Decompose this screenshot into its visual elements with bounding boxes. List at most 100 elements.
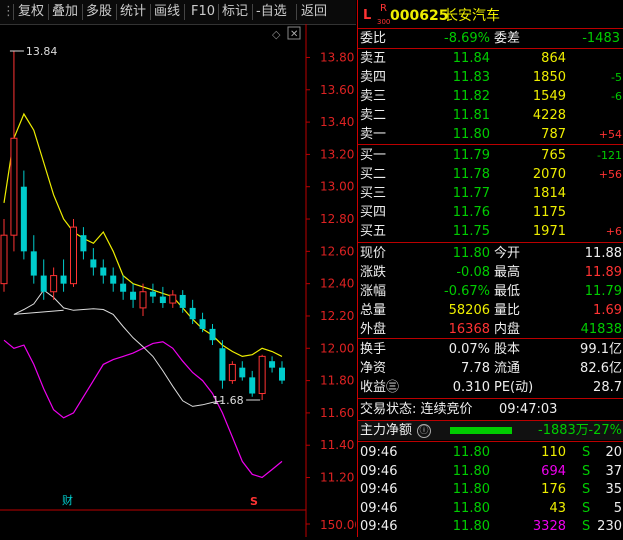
candle-body bbox=[10, 137, 18, 236]
net-flow-value: -1883万 bbox=[538, 423, 589, 438]
tick-count: 35 bbox=[605, 482, 622, 497]
divider bbox=[82, 4, 83, 20]
sell-row[interactable]: 卖五 11.84 864 bbox=[358, 49, 623, 68]
tick-count: 230 bbox=[597, 519, 622, 534]
stat-value: 11.79 bbox=[584, 284, 622, 299]
sell-label: 卖一 bbox=[360, 127, 387, 142]
stat-label: 流通 bbox=[494, 361, 521, 376]
y-tick-label: 12.40 bbox=[320, 277, 354, 291]
stat-value: 11.88 bbox=[584, 246, 622, 261]
y-tick-label: 12.20 bbox=[320, 309, 354, 323]
sell-marker-icon: S bbox=[250, 495, 258, 508]
net-flow-pct: -27% bbox=[588, 423, 622, 438]
info-icon[interactable]: ⓘ bbox=[417, 424, 431, 438]
close-icon[interactable]: ✕ bbox=[290, 29, 298, 40]
tick-count: 20 bbox=[605, 445, 622, 460]
stat-label: 涨幅 bbox=[360, 284, 387, 299]
sell-row[interactable]: 卖一 11.80 787 +54 bbox=[358, 125, 623, 144]
stat-label: 换手 bbox=[360, 342, 387, 357]
buy-change: -121 bbox=[597, 149, 622, 162]
candle-body bbox=[100, 267, 107, 276]
toolbar-f10[interactable]: F10 bbox=[191, 3, 215, 21]
weibi-value: -8.69% bbox=[444, 31, 490, 46]
trade-state-row: 交易状态: 连续竞价 09:47:03 bbox=[358, 400, 623, 419]
y-tick-label: 13.00 bbox=[320, 180, 354, 194]
buy-price: 11.76 bbox=[452, 205, 490, 220]
stat-value: 41838 bbox=[580, 322, 622, 337]
net-flow-bar bbox=[450, 427, 512, 434]
low-label: 11.68 bbox=[212, 394, 244, 407]
candle-body bbox=[239, 367, 246, 378]
sell-price: 11.82 bbox=[452, 89, 490, 104]
divider bbox=[358, 242, 623, 243]
toolbar-tongji[interactable]: 统计 bbox=[120, 3, 146, 21]
kline-svg[interactable]: 13.80 13.60 13.40 13.20 13.00 12.80 12.60 12.40… bbox=[0, 24, 362, 537]
divider bbox=[358, 144, 623, 145]
kline-chart[interactable]: 13.80 13.60 13.40 13.20 13.00 12.80 12.60 12.40… bbox=[0, 24, 362, 537]
sell-change: +54 bbox=[598, 128, 622, 141]
buy-volume: 1175 bbox=[532, 205, 566, 220]
buy-label: 买五 bbox=[360, 224, 387, 239]
tick-volume: 176 bbox=[541, 482, 566, 497]
buy-row[interactable]: 买三 11.77 1814 bbox=[358, 184, 623, 203]
toolbar-fuquan[interactable]: 复权 bbox=[18, 3, 44, 21]
tick-count: 37 bbox=[605, 463, 622, 479]
candle-body bbox=[199, 319, 206, 329]
toolbar-duogu[interactable]: 多股 bbox=[86, 3, 112, 21]
buy-row[interactable]: 买四 11.76 1175 bbox=[358, 203, 623, 222]
candle-body bbox=[139, 291, 147, 309]
tick-row: 09:46 11.80 176 S 35 bbox=[358, 480, 623, 499]
candle-body bbox=[209, 328, 216, 341]
stat-value: 7.78 bbox=[461, 361, 490, 376]
candle-body bbox=[159, 296, 166, 304]
buy-row[interactable]: 买一 11.79 765 -121 bbox=[358, 146, 623, 165]
financial-marker-icon: 财 bbox=[62, 493, 73, 507]
sell-price: 11.81 bbox=[452, 108, 490, 123]
tick-row: 09:46 11.80 694 S 37 bbox=[358, 462, 623, 481]
buy-label: 买二 bbox=[360, 167, 387, 182]
sell-change: -6 bbox=[611, 90, 622, 103]
candle-body bbox=[110, 275, 117, 284]
stat-value: 16368 bbox=[448, 322, 490, 337]
stat-value: -0.67% bbox=[444, 284, 490, 299]
candle-body bbox=[120, 283, 127, 292]
stat-label: 收益㊂ bbox=[360, 380, 400, 395]
sell-row[interactable]: 卖三 11.82 1549 -6 bbox=[358, 87, 623, 106]
tick-price: 11.80 bbox=[452, 482, 490, 497]
toolbar-zixuan[interactable]: -自选 bbox=[256, 3, 287, 21]
candle-body bbox=[30, 251, 37, 276]
sell-row[interactable]: 卖二 11.81 4228 bbox=[358, 106, 623, 125]
tick-side: S bbox=[582, 482, 591, 497]
tick-row: 09:46 11.80 110 S 20 bbox=[358, 443, 623, 462]
candle-body bbox=[279, 367, 285, 381]
tick-price: 11.80 bbox=[452, 445, 490, 460]
net-flow-row[interactable]: 主力净额 ⓘ -1883万 -27% bbox=[358, 421, 623, 440]
sell-label: 卖三 bbox=[360, 89, 387, 104]
toolbar-biaoji[interactable]: 标记 bbox=[222, 3, 248, 21]
sell-price: 11.80 bbox=[452, 127, 490, 142]
ma-line bbox=[13, 289, 223, 407]
toolbar-fanhui[interactable]: 返回 bbox=[301, 3, 327, 21]
y-tick-label: 11.40 bbox=[320, 438, 354, 452]
tick-volume: 110 bbox=[541, 445, 566, 460]
toolbar-huaxian[interactable]: 画线 bbox=[154, 3, 180, 21]
stat-row: 净资 7.78 流通 82.6亿 bbox=[358, 359, 623, 378]
divider bbox=[358, 441, 623, 442]
tick-side: S bbox=[582, 445, 591, 460]
candle-body bbox=[80, 235, 87, 252]
buy-price: 11.77 bbox=[452, 186, 490, 201]
buy-label: 买一 bbox=[360, 148, 387, 163]
upper-band-line bbox=[3, 112, 283, 358]
y-tick-label: 13.20 bbox=[320, 147, 354, 161]
stock-name: 长安汽车 bbox=[444, 8, 500, 24]
buy-row[interactable]: 买五 11.75 1971 +6 bbox=[358, 222, 623, 241]
tick-time: 09:46 bbox=[360, 519, 398, 534]
buy-row[interactable]: 买二 11.78 2070 +56 bbox=[358, 165, 623, 184]
sell-row[interactable]: 卖四 11.83 1850 -5 bbox=[358, 68, 623, 87]
toolbar-diejia[interactable]: 叠加 bbox=[52, 3, 78, 21]
divider bbox=[150, 4, 151, 20]
diamond-icon[interactable]: ◇ bbox=[272, 28, 281, 41]
stat-row: 换手 0.07% 股本 99.1亿 bbox=[358, 340, 623, 359]
divider bbox=[252, 4, 253, 20]
tick-side: S bbox=[582, 463, 591, 479]
